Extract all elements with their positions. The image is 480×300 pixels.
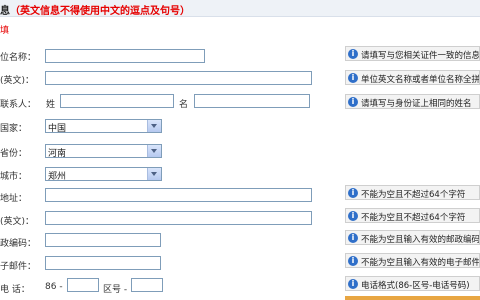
company-name-input[interactable] — [45, 49, 205, 63]
company-name-en-label: (英文)： — [0, 76, 35, 86]
company-name-en-hint-text: 单位英文名称或者单位名称全拼 — [361, 75, 480, 85]
chevron-down-icon[interactable] — [147, 120, 161, 132]
given-name-label: 名 — [179, 100, 189, 110]
contact-label: 联系人： — [0, 100, 37, 110]
city-value: 郑州 — [48, 172, 67, 182]
phone-hint: i 电话格式(86-区号-电话号码) — [345, 276, 480, 291]
address-en-label: (英文)： — [0, 217, 35, 227]
section-title: 息（英文信息不得使用中文的逗点及句号） — [0, 2, 190, 17]
phone-hint-text: 电话格式(86-区号-电话号码) — [361, 281, 470, 291]
given-name-input[interactable] — [194, 94, 310, 108]
address-en-hint: i 不能为空且不超过64个字符 — [345, 208, 480, 223]
info-icon: i — [348, 256, 358, 266]
country-value: 中国 — [48, 124, 67, 134]
surname-input[interactable] — [60, 94, 174, 108]
province-value: 河南 — [48, 149, 67, 159]
postcode-hint-text: 不能为空且输入有效的邮政编码 — [361, 235, 480, 245]
info-icon: i — [348, 97, 358, 107]
email-hint-text: 不能为空且输入有效的电子邮件 — [361, 258, 480, 268]
phone-area-input[interactable] — [131, 278, 163, 292]
company-name-hint: i 请填写与您相关证件一致的信息 — [345, 46, 480, 61]
postcode-label: 政编码： — [0, 239, 37, 249]
postcode-input[interactable] — [45, 233, 161, 247]
city-label: 城市： — [0, 172, 28, 182]
address-hint-text: 不能为空且不超过64个字符 — [361, 190, 466, 200]
section-title-text: 息 — [0, 6, 10, 17]
info-icon: i — [348, 49, 358, 59]
info-icon: i — [348, 279, 358, 289]
required-mark: 填 — [0, 26, 10, 36]
address-label: 地址： — [0, 194, 28, 204]
phone-area-label: 区号 - — [103, 285, 128, 295]
country-label: 国家： — [0, 124, 28, 134]
phone-country-code: 86 - — [45, 282, 63, 292]
country-select[interactable]: 中国 — [45, 119, 162, 134]
address-input[interactable] — [45, 188, 312, 202]
province-select[interactable]: 河南 — [45, 144, 162, 159]
company-name-label: 位名称： — [0, 53, 37, 63]
contact-hint: i 请填写与身份证上相同的姓名 — [345, 94, 480, 109]
address-hint: i 不能为空且不超过64个字符 — [345, 185, 480, 200]
postcode-hint: i 不能为空且输入有效的邮政编码 — [345, 230, 480, 245]
company-name-en-hint: i 单位英文名称或者单位名称全拼 — [345, 70, 480, 85]
info-icon: i — [348, 233, 358, 243]
phone-country-input[interactable] — [67, 278, 99, 292]
phone-label: 电 话： — [0, 285, 30, 295]
company-name-en-input[interactable] — [45, 71, 312, 85]
email-input[interactable] — [45, 256, 161, 270]
info-icon: i — [348, 211, 358, 221]
info-icon: i — [348, 73, 358, 83]
surname-label: 姓 — [46, 100, 56, 110]
chevron-down-icon[interactable] — [147, 145, 161, 157]
company-name-hint-text: 请填写与您相关证件一致的信息 — [361, 51, 480, 61]
email-hint: i 不能为空且输入有效的电子邮件 — [345, 253, 480, 268]
chevron-down-icon[interactable] — [147, 168, 161, 180]
province-label: 省份： — [0, 149, 28, 159]
section-note: （英文信息不得使用中文的逗点及句号） — [10, 6, 190, 17]
bottom-accent-bar — [345, 296, 480, 300]
address-en-hint-text: 不能为空且不超过64个字符 — [361, 213, 466, 223]
contact-hint-text: 请填写与身份证上相同的姓名 — [361, 99, 472, 109]
info-icon: i — [348, 188, 358, 198]
email-label: 子邮件： — [0, 262, 37, 272]
address-en-input[interactable] — [45, 211, 312, 225]
city-select[interactable]: 郑州 — [45, 167, 162, 182]
